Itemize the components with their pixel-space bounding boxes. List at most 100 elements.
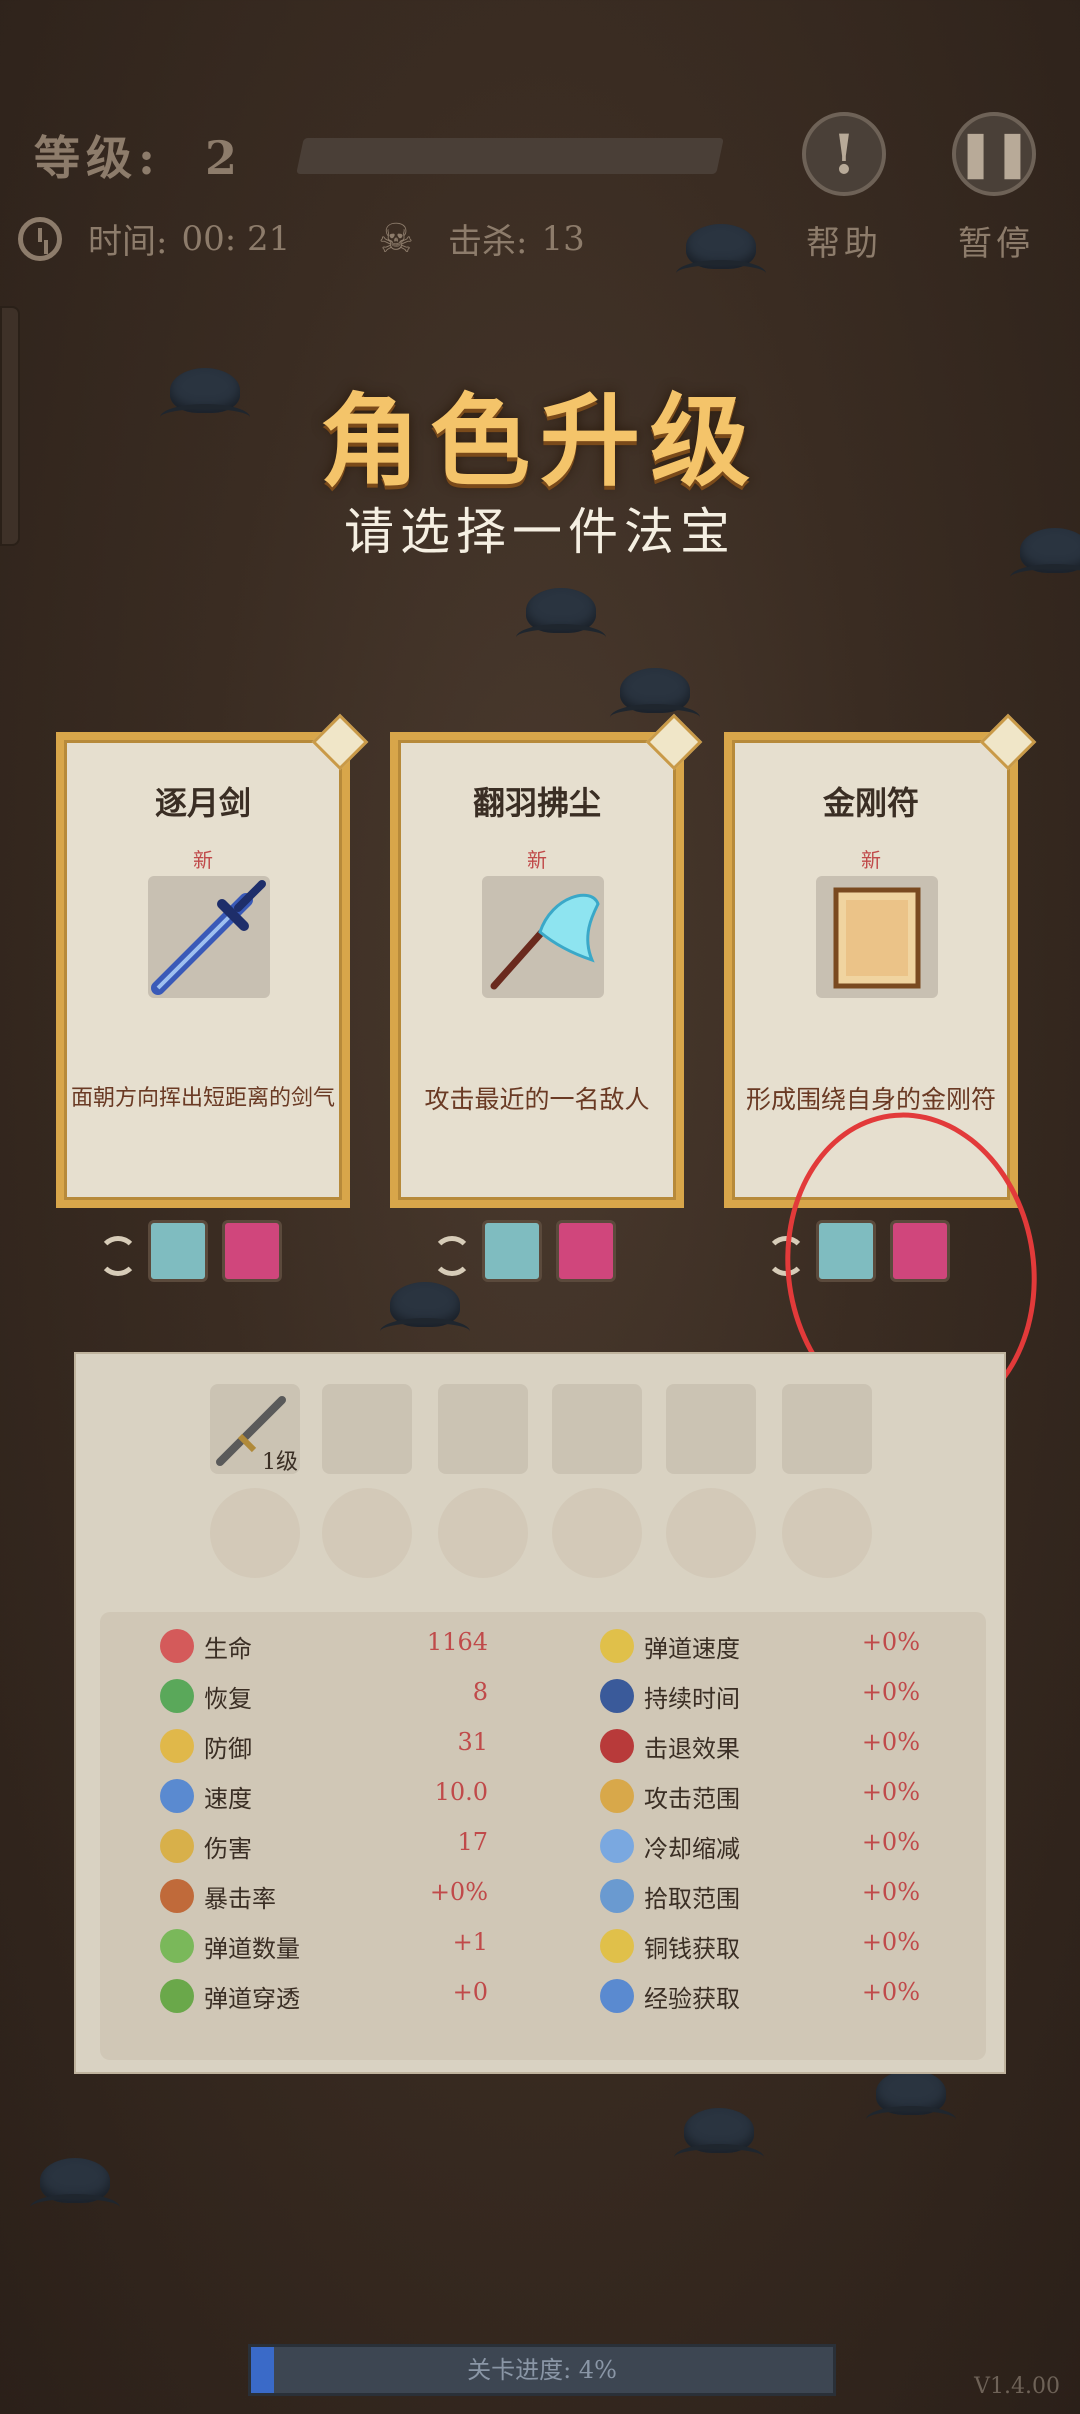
- weapon-slot: [782, 1384, 872, 1474]
- stats-table: 生命 1164 恢复 8 防御 31 速度 10.0 伤害 17 暴击率 +0%…: [100, 1612, 986, 2060]
- stage-progress-bar: 关卡进度: 4%: [248, 2344, 836, 2396]
- card-image: [148, 876, 270, 998]
- accessory-slot: [322, 1488, 412, 1578]
- coin-icon: [600, 1929, 634, 1963]
- crystal-item-icon: [482, 1220, 542, 1282]
- stat-row-cooldown: 冷却缩减: [600, 1826, 740, 1866]
- clock-icon: [18, 216, 62, 261]
- sword-small-icon: [160, 1829, 194, 1863]
- item-card[interactable]: 逐月剑 新 面朝方向挥出短距离的剑气: [56, 713, 369, 1208]
- card-description: 攻击最近的一名敌人: [424, 1085, 650, 1114]
- level-label: 等级:: [34, 131, 161, 185]
- item-card[interactable]: 翻羽拂尘 新 攻击最近的一名敌人: [390, 713, 703, 1208]
- stat-value: +0: [452, 1978, 488, 2006]
- stat-value: +0%: [861, 1978, 920, 2006]
- time-value: 00: 21: [181, 218, 291, 259]
- whisk-icon: [490, 893, 600, 990]
- card-image: [816, 876, 938, 998]
- stat-row-damage: 伤害: [160, 1826, 252, 1866]
- dagger-item-icon: [556, 1220, 616, 1282]
- exclamation-icon: !: [832, 122, 856, 186]
- stat-row-duration: 持续时间: [600, 1676, 740, 1716]
- kill-label: 击杀:: [448, 222, 528, 262]
- refresh-icon[interactable]: [432, 1236, 472, 1276]
- card-corner-ornament: [979, 713, 1037, 771]
- weapon-level: 1级: [262, 1450, 298, 1475]
- hand-icon: [600, 1879, 634, 1913]
- pause-icon: ❚❚: [957, 128, 1031, 179]
- snowflake-icon: [600, 1829, 634, 1863]
- accessory-slot: [552, 1488, 642, 1578]
- stat-row-knockback: 击退效果: [600, 1726, 740, 1766]
- stat-row-hp: 生命: [160, 1626, 252, 1666]
- sword-icon: [151, 880, 266, 995]
- stat-row-pierce: 弹道穿透: [160, 1976, 300, 2016]
- weapon-slot: [438, 1384, 528, 1474]
- book-icon: [600, 1979, 634, 2013]
- boot-item-icon: [148, 1220, 208, 1282]
- heart-icon: [160, 1629, 194, 1663]
- stat-row-projectile-count: 弹道数量: [160, 1926, 300, 1966]
- weapon-slot: [552, 1384, 642, 1474]
- kill-display: ☠ 击杀: 13: [374, 214, 585, 263]
- stat-row-area: 攻击范围: [600, 1776, 740, 1816]
- accessory-slot: [210, 1488, 300, 1578]
- enemy-bug: [380, 1274, 470, 1344]
- new-badge: 新: [527, 848, 547, 872]
- stat-row-exp: 经验获取: [600, 1976, 740, 2016]
- new-badge: 新: [861, 848, 881, 872]
- stat-value: 1164: [426, 1628, 488, 1656]
- crystal-item-icon: [222, 1220, 282, 1282]
- enemy-bug: [30, 2150, 120, 2220]
- page-title: 角色升级: [320, 383, 760, 500]
- level-value: 2: [205, 131, 244, 185]
- enemy-bug: [610, 660, 700, 730]
- card-image: [482, 876, 604, 998]
- projectile-speed-icon: [600, 1629, 634, 1663]
- accessory-slot: [782, 1488, 872, 1578]
- stat-row-projectile-speed: 弹道速度: [600, 1626, 740, 1666]
- version-label: V1.4.00: [974, 2374, 1060, 2399]
- enemy-bug: [516, 580, 606, 650]
- stat-row-defense: 防御: [160, 1726, 252, 1766]
- stat-row-crit: 暴击率: [160, 1876, 276, 1916]
- card-title: 翻羽拂尘: [472, 784, 601, 822]
- talisman-icon: [833, 887, 921, 989]
- stat-value: 8: [472, 1678, 488, 1706]
- stat-row-speed: 速度: [160, 1776, 252, 1816]
- time-display: 时间: 00: 21: [18, 214, 290, 263]
- stat-value: +0%: [861, 1828, 920, 1856]
- stats-panel: 1级 生命 1164 恢复 8 防御 31 速度 10.0 伤害 17 暴击率 …: [74, 1352, 1006, 2074]
- help-label: 帮助: [806, 224, 882, 264]
- experience-bar: [296, 138, 724, 174]
- stat-value: +1: [452, 1928, 488, 1956]
- stat-value: +0%: [429, 1878, 488, 1906]
- pierce-icon: [160, 1979, 194, 2013]
- stat-value: +0%: [861, 1728, 920, 1756]
- stat-row-regen: 恢复: [160, 1676, 252, 1716]
- help-button[interactable]: !: [802, 112, 886, 196]
- enemy-bug: [674, 2100, 764, 2170]
- page-subtitle: 请选择一件法宝: [344, 503, 736, 561]
- stat-row-pickup: 拾取范围: [600, 1876, 740, 1916]
- new-badge: 新: [193, 848, 213, 872]
- stat-value: +0%: [861, 1678, 920, 1706]
- target-icon: [600, 1779, 634, 1813]
- weapon-slot: [666, 1384, 756, 1474]
- arrows-icon: [160, 1929, 194, 1963]
- shield-icon: [160, 1729, 194, 1763]
- pause-button[interactable]: ❚❚: [952, 112, 1036, 196]
- hourglass-icon: [600, 1679, 634, 1713]
- weapon-slot: [322, 1384, 412, 1474]
- stat-value: +0%: [861, 1778, 920, 1806]
- stat-value: +0%: [861, 1628, 920, 1656]
- crit-icon: [160, 1879, 194, 1913]
- refresh-icon[interactable]: [98, 1236, 138, 1276]
- stage-progress-label: 关卡进度: 4%: [467, 2356, 617, 2384]
- stat-value: +0%: [861, 1878, 920, 1906]
- card-title: 逐月剑: [154, 784, 251, 822]
- stat-row-coins: 铜钱获取: [600, 1926, 740, 1966]
- cross-icon: [160, 1679, 194, 1713]
- stat-value: 31: [457, 1728, 488, 1756]
- accessory-slot: [438, 1488, 528, 1578]
